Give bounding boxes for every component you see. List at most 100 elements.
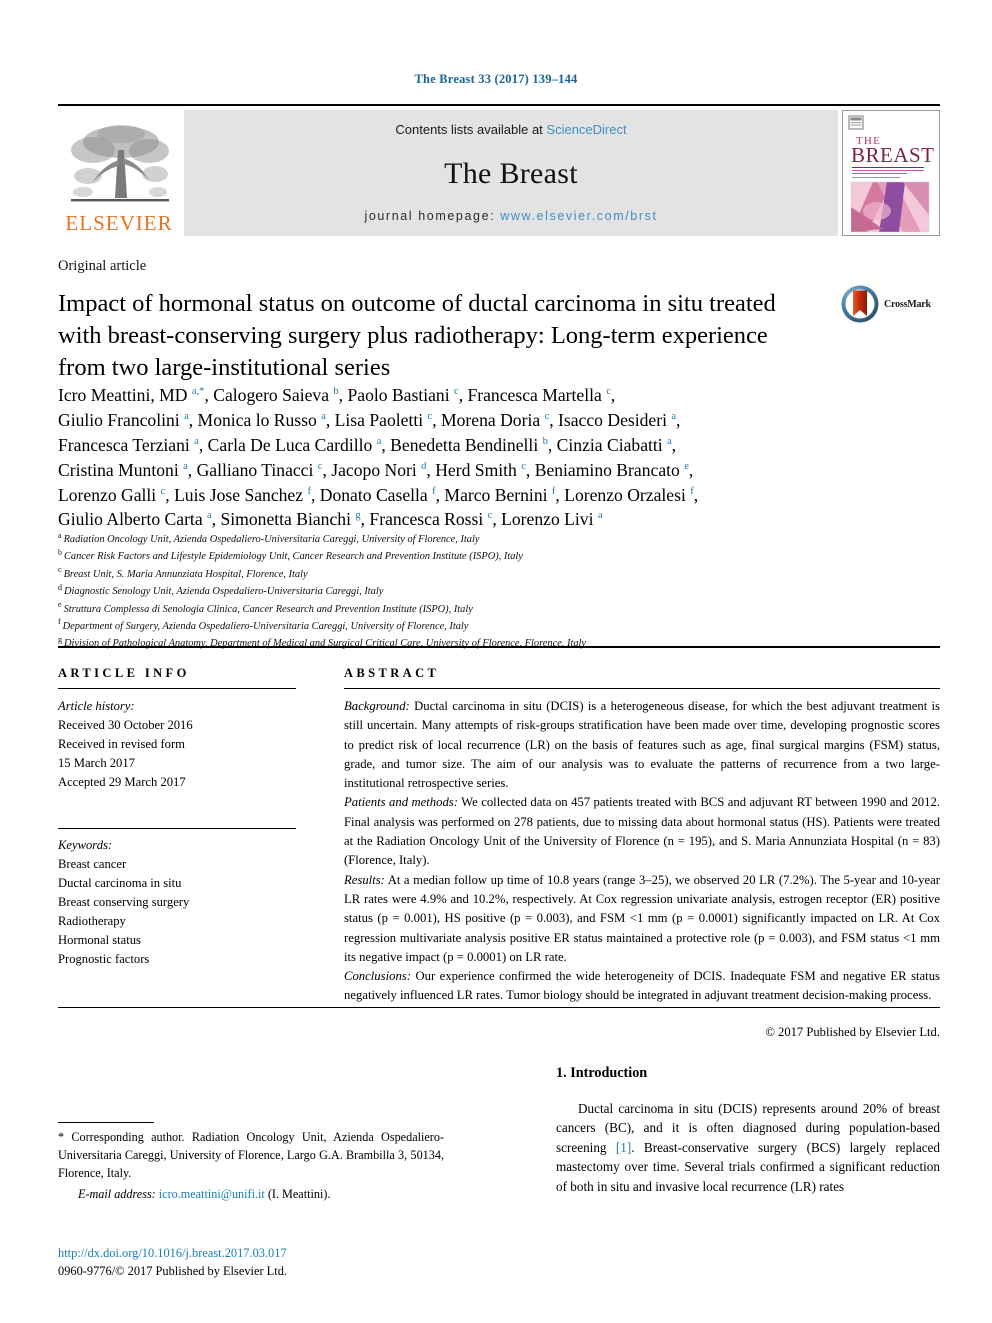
contents-list-line: Contents lists available at ScienceDirec…	[395, 122, 626, 137]
affiliation-item: c Breast Unit, S. Maria Annunziata Hospit…	[58, 566, 938, 583]
affiliation-item: b Cancer Risk Factors and Lifestyle Epide…	[58, 548, 938, 565]
abstract-section: Background: Ductal carcinoma in situ (DC…	[344, 697, 940, 793]
author-line: Giulio Alberto Carta a, Simonetta Bianch…	[58, 509, 603, 530]
abstract-body: Background: Ductal carcinoma in situ (DC…	[344, 697, 940, 1042]
abstract-copyright: © 2017 Published by Elsevier Ltd.	[765, 1024, 940, 1039]
affiliation-mark: f	[58, 617, 61, 627]
section-divider-bottom	[58, 1007, 940, 1008]
affiliation-mark: a	[58, 530, 62, 540]
crossmark-badge[interactable]: CrossMark	[840, 282, 944, 326]
abstract-section-label: Conclusions:	[344, 969, 411, 984]
affiliation-item: e Struttura Complessa di Senologia Clinic…	[58, 601, 938, 618]
affiliation-list: a Radiation Oncology Unit, Azienda Ospeda…	[58, 531, 938, 653]
contents-prefix: Contents lists available at	[395, 122, 547, 137]
email-link[interactable]: icro.meattini@unifi.it	[159, 1187, 265, 1201]
email-suffix: (I. Meattini).	[264, 1187, 331, 1202]
author-line: Lorenzo Galli c, Luis Jose Sanchez f, Do…	[58, 484, 699, 505]
author-line: Cristina Muntoni a, Galliano Tinacci c, …	[58, 459, 694, 480]
doi-link[interactable]: http://dx.doi.org/10.1016/j.breast.2017.…	[58, 1245, 458, 1263]
article-history-label: Article history:	[58, 699, 135, 713]
keyword-item: Ductal carcinoma in situ	[58, 876, 182, 891]
author-line: Giulio Francolini a, Monica lo Russo a, …	[58, 409, 681, 430]
page-title: Impact of hormonal status on outcome of …	[58, 290, 776, 382]
keyword-item: Prognostic factors	[58, 951, 150, 966]
crossmark-label: CrossMark	[884, 298, 931, 310]
abstract-section-text: Ductal carcinoma in situ (DCIS) is a het…	[344, 699, 940, 791]
citation-reference-1[interactable]: [1]	[616, 1140, 631, 1155]
article-history-line: Accepted 29 March 2017	[58, 774, 186, 789]
abstract-rule	[344, 688, 940, 689]
affiliation-text: Cancer Risk Factors and Lifestyle Epidem…	[64, 551, 523, 563]
elsevier-wordmark: ELSEVIER	[65, 211, 173, 235]
author-list: Icro Meattini, MD a,*, Calogero Saieva b…	[58, 383, 938, 532]
svg-text:BREAST: BREAST	[851, 143, 935, 167]
abstract-column: ABSTRACT Background: Ductal carcinoma in…	[344, 666, 940, 1042]
affiliation-text: Department of Surgery, Azienda Ospedalie…	[62, 620, 469, 632]
email-note: E-mail address: icro.meattini@unifi.it (…	[58, 1186, 444, 1204]
abstract-heading: ABSTRACT	[344, 666, 440, 680]
journal-masthead: ELSEVIER Contents lists available at Sci…	[58, 104, 940, 238]
affiliation-mark: g	[58, 634, 62, 644]
homepage-url-link[interactable]: www.elsevier.com/brst	[500, 209, 657, 223]
author-line: Icro Meattini, MD a,*, Calogero Saieva b…	[58, 385, 616, 405]
article-history-line: Received 30 October 2016	[58, 717, 193, 732]
abstract-section: Conclusions: Our experience confirmed th…	[344, 967, 940, 1006]
affiliation-item: d Diagnostic Senology Unit, Azienda Osped…	[58, 583, 938, 600]
corresponding-author-note: * Corresponding author. Radiation Oncolo…	[58, 1130, 444, 1180]
introduction-paragraph: Ductal carcinoma in situ (DCIS) represen…	[556, 1099, 940, 1196]
article-info-column: ARTICLE INFO Article history: Received 3…	[58, 666, 296, 969]
crossmark-icon	[841, 285, 879, 323]
section-divider-top	[58, 646, 940, 648]
footnote-block: * Corresponding author. Radiation Oncolo…	[58, 1122, 444, 1204]
abstract-section: Results: At a median follow up time of 1…	[344, 871, 940, 967]
title-block: Impact of hormonal status on outcome of …	[58, 288, 818, 384]
email-label: E-mail address:	[78, 1187, 156, 1202]
article-info-rule	[58, 688, 296, 689]
cover-artwork: THE BREAST	[843, 111, 937, 235]
article-history-line: 15 March 2017	[58, 755, 135, 770]
running-head: The Breast 33 (2017) 139–144	[414, 72, 578, 86]
keywords-block: Keywords: Breast cancer Ductal carcinoma…	[58, 828, 296, 968]
affiliation-item: a Radiation Oncology Unit, Azienda Ospeda…	[58, 531, 938, 548]
doi-block: http://dx.doi.org/10.1016/j.breast.2017.…	[58, 1245, 458, 1280]
journal-title: The Breast	[444, 157, 578, 190]
affiliation-text: Diagnostic Senology Unit, Azienda Ospeda…	[64, 586, 384, 598]
affiliation-text: Radiation Oncology Unit, Azienda Ospedal…	[63, 534, 480, 545]
abstract-section-label: Patients and methods:	[344, 795, 458, 810]
affiliation-mark: c	[58, 565, 62, 575]
article-history-line: Received in revised form	[58, 736, 185, 751]
affiliation-mark: b	[58, 547, 62, 557]
affiliation-item: g Division of Pathological Anatomy, Depar…	[58, 635, 938, 652]
keyword-item: Hormonal status	[58, 932, 141, 947]
affiliation-item: f Department of Surgery, Azienda Ospedali…	[58, 618, 938, 635]
masthead-center-band: Contents lists available at ScienceDirec…	[184, 110, 838, 236]
keyword-item: Breast cancer	[58, 857, 127, 872]
journal-cover-thumbnail: THE BREAST	[842, 110, 940, 236]
abstract-section-label: Background:	[344, 699, 410, 713]
sciencedirect-link[interactable]: ScienceDirect	[546, 122, 626, 137]
keyword-item: Radiotherapy	[58, 914, 126, 929]
author-line: Francesca Terziani a, Carla De Luca Card…	[58, 434, 677, 455]
article-info-heading: ARTICLE INFO	[58, 666, 190, 680]
elsevier-logo: ELSEVIER	[58, 110, 180, 236]
affiliation-text: Struttura Complessa di Senologia Clinica…	[63, 603, 473, 615]
elsevier-tree-icon	[71, 125, 169, 202]
footnote-rule	[58, 1122, 154, 1123]
paper-page: The Breast 33 (2017) 139–144 ELSEVIER Co…	[0, 0, 992, 1323]
abstract-section: Patients and methods: We collected data …	[344, 793, 940, 870]
affiliation-text: Breast Unit, S. Maria Annunziata Hospita…	[63, 568, 308, 580]
article-type-label: Original article	[58, 258, 147, 274]
affiliation-mark: e	[58, 600, 62, 610]
abstract-section-text: Our experience confirmed the wide hetero…	[344, 969, 940, 1003]
introduction-heading: 1. Introduction	[556, 1065, 648, 1081]
abstract-section-text: At a median follow up time of 10.8 years…	[344, 872, 940, 964]
journal-homepage-line: journal homepage: www.elsevier.com/brst	[364, 209, 657, 223]
issn-copyright-line: 0960-9776/© 2017 Published by Elsevier L…	[58, 1263, 287, 1278]
homepage-prefix: journal homepage:	[364, 209, 501, 223]
abstract-section-label: Results:	[344, 872, 385, 887]
keywords-label: Keywords:	[58, 838, 113, 853]
affiliation-mark: d	[58, 582, 62, 592]
keywords-rule	[58, 828, 296, 830]
introduction-column: 1. Introduction Ductal carcinoma in situ…	[556, 1065, 940, 1196]
keyword-item: Breast conserving surgery	[58, 895, 190, 910]
